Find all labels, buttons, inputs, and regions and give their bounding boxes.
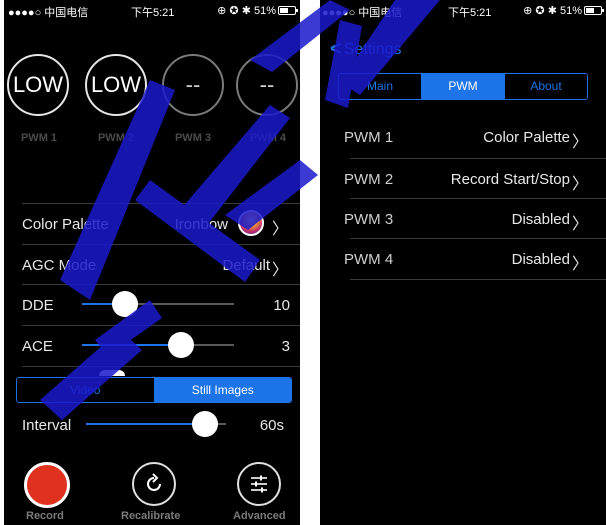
agc-mode-label: AGC Mode <box>22 257 97 274</box>
settings-tabs: Main PWM About <box>338 73 588 100</box>
pwm-2-label: PWM 2 <box>97 132 135 144</box>
interval-value: 60s <box>259 417 284 434</box>
carrier-text: ●●●●○ 中国电信 <box>8 7 89 19</box>
pwm-3-value: -- <box>185 72 201 97</box>
battery-icon <box>584 6 604 15</box>
carrier-text: ●●●●○ 中国电信 <box>322 7 403 19</box>
advanced-button[interactable] <box>237 462 281 506</box>
chevron-right-icon: 〉 <box>271 262 288 279</box>
interval-row: Interval 60s <box>4 405 300 445</box>
dde-slider[interactable] <box>82 289 234 319</box>
pwm-1-setting-value: Color Palette <box>483 129 570 146</box>
recalibrate-button[interactable] <box>132 462 176 506</box>
status-bar: ●●●●○ 中国电信 下午5:21 ⊕ ✪ ✱ 51% <box>4 0 300 20</box>
color-palette-label: Color Palette <box>22 216 109 233</box>
ace-row: ACE 3 <box>4 326 300 366</box>
chevron-right-icon: 〉 <box>571 216 588 233</box>
status-indicators: ⊕ ✪ ✱ 51% <box>217 4 298 17</box>
ace-label: ACE <box>22 338 53 355</box>
status-indicators: ⊕ ✪ ✱ 51% <box>523 4 604 17</box>
chevron-right-icon: 〉 <box>571 134 588 151</box>
pwm-4-indicator[interactable]: -- <box>236 54 298 116</box>
interval-label: Interval <box>22 417 72 434</box>
interval-slider[interactable] <box>86 409 226 439</box>
agc-mode-row[interactable]: AGC Mode Default 〉 <box>4 245 300 285</box>
pwm-2-setting-row[interactable]: PWM 2 Record Start/Stop 〉 <box>320 159 606 199</box>
sliders-icon <box>251 475 267 493</box>
ace-value: 3 <box>281 338 290 355</box>
color-palette-row[interactable]: Color Palette Ironbow 〉 <box>4 204 300 244</box>
tab-main[interactable]: Main <box>339 74 421 99</box>
tab-about[interactable]: About <box>504 74 587 99</box>
status-time: 下午5:21 <box>131 7 175 19</box>
agc-mode-value: Default <box>222 257 270 274</box>
pwm-4-setting-value: Disabled <box>511 251 570 268</box>
pwm-4-setting-label: PWM 4 <box>344 251 394 268</box>
advanced-label: Advanced <box>233 510 286 522</box>
pwm-3-setting-value: Disabled <box>511 211 570 228</box>
pwm-1-setting-label: PWM 1 <box>344 129 394 146</box>
tab-pwm[interactable]: PWM <box>421 74 504 99</box>
pwm-3-label: PWM 3 <box>174 132 212 144</box>
back-label: Settings <box>343 41 402 58</box>
pwm-1-setting-row[interactable]: PWM 1 Color Palette 〉 <box>320 117 606 157</box>
pwm-2-indicator[interactable]: LOW <box>85 54 147 116</box>
right-phone-screen: ●●●●○ 中国电信 下午5:21 ⊕ ✪ ✱ 51% < Settings Ma… <box>320 0 606 525</box>
dde-row: DDE 10 <box>4 285 300 325</box>
pwm-3-setting-label: PWM 3 <box>344 211 394 228</box>
pwm-3-setting-row[interactable]: PWM 3 Disabled 〉 <box>320 199 606 239</box>
pwm-2-setting-label: PWM 2 <box>344 171 394 188</box>
recalibrate-label: Recalibrate <box>121 510 181 522</box>
tab-still-images[interactable]: Still Images <box>153 378 291 402</box>
divider <box>22 366 300 367</box>
tab-video[interactable]: Video <box>17 378 154 402</box>
dde-value: 10 <box>273 297 290 314</box>
capture-mode-segmented-control: Video Still Images <box>16 377 292 403</box>
ace-slider-thumb[interactable] <box>167 332 194 358</box>
scrolled-slider-thumb <box>99 370 125 376</box>
pwm-2-value: LOW <box>90 72 142 97</box>
pwm-3-indicator[interactable]: -- <box>162 54 224 116</box>
ace-slider[interactable] <box>82 330 234 360</box>
record-button[interactable] <box>24 462 70 508</box>
dde-label: DDE <box>22 297 54 314</box>
color-palette-value: Ironbow <box>174 216 228 233</box>
pwm-1-indicator[interactable]: LOW <box>7 54 69 116</box>
pwm-2-setting-value: Record Start/Stop <box>450 171 570 188</box>
pwm-4-setting-row[interactable]: PWM 4 Disabled 〉 <box>320 239 606 279</box>
chevron-left-icon: < <box>330 38 342 60</box>
record-label: Record <box>26 510 64 522</box>
pwm-1-value: LOW <box>12 72 64 97</box>
chevron-right-icon: 〉 <box>271 221 288 238</box>
interval-slider-thumb[interactable] <box>192 411 218 437</box>
pwm-1-label: PWM 1 <box>20 132 58 144</box>
chevron-right-icon: 〉 <box>571 176 588 193</box>
status-bar: ●●●●○ 中国电信 下午5:21 ⊕ ✪ ✱ 51% <box>320 0 606 20</box>
pwm-4-label: PWM 4 <box>249 132 287 144</box>
back-button[interactable]: < Settings <box>330 38 402 61</box>
battery-icon <box>278 6 298 15</box>
status-time: 下午5:21 <box>448 7 492 19</box>
divider <box>350 279 606 280</box>
pwm-4-value: -- <box>259 72 275 97</box>
palette-swatch-icon <box>238 210 264 236</box>
chevron-right-icon: 〉 <box>571 256 588 273</box>
refresh-icon <box>147 473 161 491</box>
left-phone-screen: ●●●●○ 中国电信 下午5:21 ⊕ ✪ ✱ 51% LOW LOW -- -… <box>4 0 300 525</box>
dde-slider-thumb[interactable] <box>111 291 138 317</box>
